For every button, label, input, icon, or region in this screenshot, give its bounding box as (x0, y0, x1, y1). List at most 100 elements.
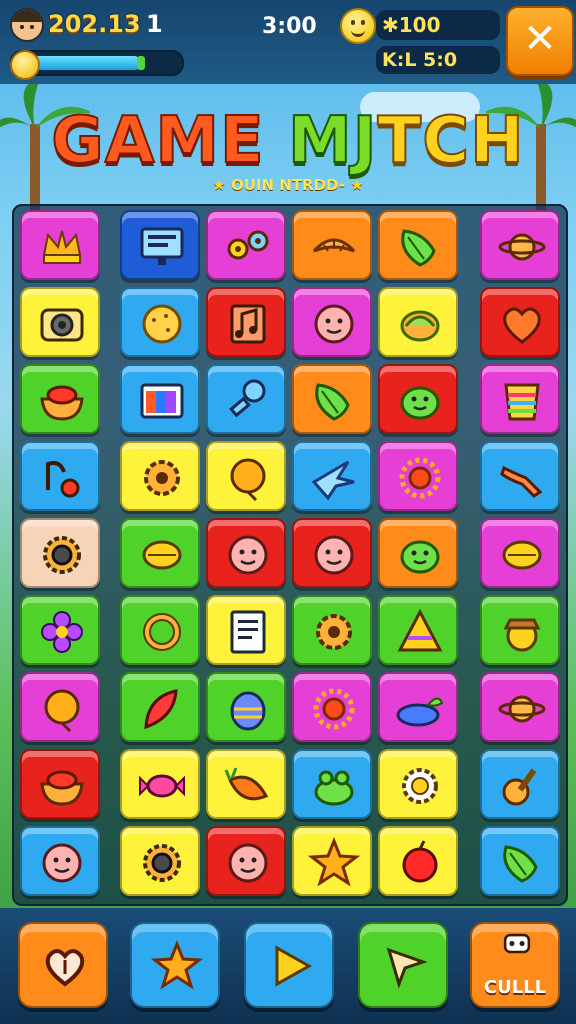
arm-icon (500, 465, 543, 498)
board-tile[interactable] (206, 595, 286, 665)
face-icon (314, 535, 354, 575)
board-tile[interactable] (206, 826, 286, 896)
board-tile[interactable] (292, 749, 372, 819)
sun-icon (399, 457, 441, 499)
blob-icon (400, 540, 440, 574)
board-tile[interactable] (480, 826, 560, 896)
blob-icon (400, 386, 440, 420)
ball-icon (44, 689, 80, 733)
crown-icon (42, 230, 82, 264)
board-tile[interactable] (292, 518, 372, 588)
board-tile[interactable] (20, 672, 100, 742)
board-tile[interactable] (292, 441, 372, 511)
board-tile[interactable] (292, 826, 372, 896)
carrot-icon (224, 767, 269, 801)
ball-icon (230, 458, 266, 502)
board-tile[interactable] (20, 518, 100, 588)
board-tile[interactable] (20, 595, 100, 665)
board-tile[interactable] (378, 287, 458, 357)
board-tile[interactable] (206, 364, 286, 434)
board-tile[interactable] (206, 749, 286, 819)
leaf-icon (401, 229, 436, 267)
board-tile[interactable] (120, 749, 200, 819)
board-tile[interactable] (120, 518, 200, 588)
board-tile[interactable] (20, 287, 100, 357)
feather-icon (144, 689, 178, 730)
board-tile[interactable] (120, 672, 200, 742)
board-tile[interactable] (206, 672, 286, 742)
board-tile[interactable] (120, 595, 200, 665)
board-tile[interactable] (378, 518, 458, 588)
board-tile[interactable] (480, 287, 560, 357)
cursor-button[interactable] (358, 922, 448, 1008)
bird-icon (311, 460, 355, 501)
ring-icon (143, 613, 181, 651)
board-tile[interactable] (378, 441, 458, 511)
candy-icon (139, 774, 185, 798)
board-tile[interactable] (480, 672, 560, 742)
board-tile[interactable] (206, 287, 286, 357)
board-tile[interactable] (480, 210, 560, 280)
board-tile[interactable] (480, 595, 560, 665)
cursor-icon (386, 947, 428, 989)
board-tile[interactable] (206, 518, 286, 588)
face-icon (228, 535, 268, 575)
xp-progress-bar (10, 50, 184, 80)
sparkle-icon: ✱ (382, 13, 399, 37)
frog-icon (314, 770, 354, 806)
cookie-icon (142, 304, 182, 344)
board-tile[interactable] (378, 672, 458, 742)
board-tile[interactable] (20, 441, 100, 511)
board-tile[interactable] (292, 287, 372, 357)
board-tile[interactable] (120, 826, 200, 896)
xp-progress-cap (137, 56, 145, 70)
board-tile[interactable] (120, 210, 200, 280)
board-tile[interactable] (206, 441, 286, 511)
xp-progress-fill (32, 56, 141, 70)
planet-icon (498, 233, 546, 261)
board-tile[interactable] (378, 749, 458, 819)
cog-icon (316, 614, 352, 650)
board-tile[interactable] (378, 595, 458, 665)
bottom-toolbar: CULLL (0, 908, 576, 1024)
board-tile[interactable] (292, 672, 372, 742)
board-tile[interactable] (378, 210, 458, 280)
eye-icon (143, 844, 181, 882)
bowl-icon (40, 770, 84, 806)
close-button[interactable]: ✕ (506, 6, 574, 76)
bowl-icon (40, 385, 84, 421)
star-button[interactable] (130, 922, 220, 1008)
board-tile[interactable] (292, 364, 372, 434)
level-value: 1 (146, 10, 163, 38)
board-tile[interactable] (20, 364, 100, 434)
board-tile[interactable] (292, 210, 372, 280)
score-value: 202.13 (48, 10, 141, 38)
board-tile[interactable] (292, 595, 372, 665)
heart-button[interactable] (18, 922, 108, 1008)
triangle-icon (397, 608, 443, 652)
heart-outline-icon (45, 949, 85, 987)
board-tile[interactable] (20, 826, 100, 896)
board-tile[interactable] (120, 287, 200, 357)
board-tile[interactable] (20, 210, 100, 280)
board-tile[interactable] (480, 749, 560, 819)
timer-value: 3:00 (262, 14, 317, 39)
board-tile[interactable] (206, 210, 286, 280)
board-tile[interactable] (480, 364, 560, 434)
apple-icon (402, 840, 438, 883)
leaf-icon (503, 845, 538, 883)
keys-value: K:L 5:0 (382, 49, 458, 71)
cup-icon (504, 383, 540, 421)
cull-button[interactable]: CULLL (470, 922, 560, 1008)
board-tile[interactable] (480, 441, 560, 511)
avatar[interactable] (10, 8, 44, 42)
star-icon: ★ (212, 176, 226, 194)
play-button[interactable] (244, 922, 334, 1008)
board-tile[interactable] (378, 826, 458, 896)
board-tile[interactable] (378, 364, 458, 434)
board-tile[interactable] (20, 749, 100, 819)
lemon-icon (502, 540, 542, 570)
board-tile[interactable] (120, 441, 200, 511)
board-tile[interactable] (120, 364, 200, 434)
board-tile[interactable] (480, 518, 560, 588)
